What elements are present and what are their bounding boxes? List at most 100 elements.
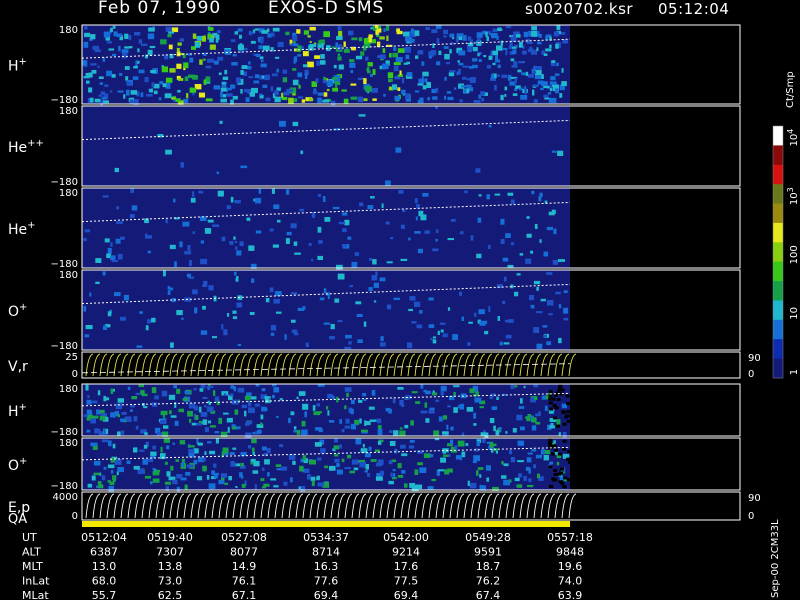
intensity-cell <box>112 53 116 57</box>
intensity-cell <box>196 422 202 426</box>
gap-cell <box>561 411 566 414</box>
footer-value: 0519:40 <box>147 531 193 544</box>
intensity-cell <box>122 52 128 59</box>
intensity-cell <box>255 230 262 234</box>
y-tick-bottom: −180 <box>51 259 78 270</box>
intensity-cell <box>264 74 270 81</box>
intensity-cell <box>262 84 268 88</box>
intensity-cell <box>460 231 464 235</box>
intensity-cell <box>264 459 270 465</box>
intensity-cell <box>229 452 235 455</box>
panel-ep: E,p40000900 <box>8 491 761 522</box>
intensity-cell <box>184 251 192 255</box>
intensity-cell <box>386 261 393 264</box>
intensity-cell <box>130 188 134 193</box>
intensity-cell <box>505 431 508 434</box>
footer-value: 9214 <box>392 546 420 559</box>
intensity-cell <box>160 410 168 416</box>
intensity-cell <box>523 475 527 481</box>
intensity-cell <box>315 78 319 83</box>
intensity-cell <box>388 409 392 414</box>
intensity-cell <box>248 407 255 414</box>
intensity-cell <box>514 77 517 84</box>
intensity-cell <box>261 467 265 471</box>
intensity-cell <box>109 90 113 93</box>
intensity-cell <box>414 30 420 36</box>
intensity-cell <box>417 99 424 104</box>
panel-h1: H+ 180 −180 <box>8 24 741 106</box>
qa-bar <box>82 521 570 527</box>
intensity-cell <box>167 286 171 290</box>
intensity-cell <box>285 31 290 36</box>
intensity-cell <box>230 39 236 43</box>
intensity-cell <box>541 395 546 400</box>
intensity-cell <box>186 273 191 277</box>
intensity-cell <box>258 188 262 194</box>
intensity-cell <box>110 27 113 32</box>
intensity-cell <box>509 450 513 455</box>
intensity-cell <box>259 93 263 96</box>
intensity-cell <box>221 477 225 481</box>
intensity-cell <box>110 412 116 418</box>
intensity-cell <box>260 37 264 44</box>
intensity-cell <box>150 481 153 485</box>
intensity-cell <box>236 463 240 467</box>
intensity-cell <box>149 45 156 49</box>
intensity-cell <box>206 475 210 480</box>
intensity-cell <box>304 411 307 418</box>
intensity-cell <box>166 471 171 477</box>
intensity-cell <box>135 392 141 395</box>
intensity-cell <box>214 431 220 434</box>
intensity-cell <box>144 77 149 83</box>
intensity-cell <box>134 32 141 36</box>
intensity-cell <box>531 26 537 31</box>
intensity-cell <box>203 58 206 61</box>
intensity-cell <box>304 469 310 473</box>
intensity-cell <box>205 65 211 69</box>
intensity-cell <box>504 86 508 91</box>
intensity-cell <box>318 428 323 433</box>
intensity-cell <box>327 393 333 399</box>
intensity-cell <box>160 446 163 453</box>
intensity-cell <box>390 472 393 478</box>
gap-cell <box>548 465 553 469</box>
intensity-cell <box>344 405 347 410</box>
intensity-cell <box>488 55 493 60</box>
intensity-cell <box>383 28 386 32</box>
colorbar-band <box>773 222 783 243</box>
colorbar-label: 100 <box>789 245 800 264</box>
intensity-cell <box>317 194 322 197</box>
intensity-cell <box>522 45 525 49</box>
intensity-cell <box>277 219 281 223</box>
intensity-cell <box>199 59 203 65</box>
intensity-cell <box>393 47 397 51</box>
intensity-cell <box>98 76 104 79</box>
intensity-cell <box>232 426 237 430</box>
intensity-cell <box>533 71 537 74</box>
intensity-cell <box>129 99 134 104</box>
intensity-cell <box>436 38 440 44</box>
intensity-cell <box>317 457 322 461</box>
intensity-cell <box>83 76 90 79</box>
intensity-cell <box>430 338 433 341</box>
intensity-cell <box>563 317 569 321</box>
colorbar-band <box>773 203 783 224</box>
intensity-cell <box>107 311 112 317</box>
footer-value: 14.9 <box>232 560 257 573</box>
colorbar-unit: Ct/Smp <box>785 71 796 108</box>
intensity-cell <box>192 191 195 197</box>
intensity-cell <box>94 460 101 466</box>
intensity-cell <box>151 402 158 407</box>
intensity-cell <box>417 83 424 86</box>
intensity-cell <box>362 393 367 397</box>
intensity-cell <box>316 403 320 407</box>
intensity-cell <box>307 474 311 480</box>
intensity-cell <box>350 69 354 74</box>
intensity-cell <box>212 224 220 227</box>
intensity-cell <box>360 51 365 56</box>
intensity-cell <box>298 84 301 89</box>
intensity-cell <box>492 62 496 66</box>
right-tick-bottom: 0 <box>748 511 754 522</box>
intensity-cell <box>234 240 237 243</box>
intensity-cell <box>495 430 500 436</box>
